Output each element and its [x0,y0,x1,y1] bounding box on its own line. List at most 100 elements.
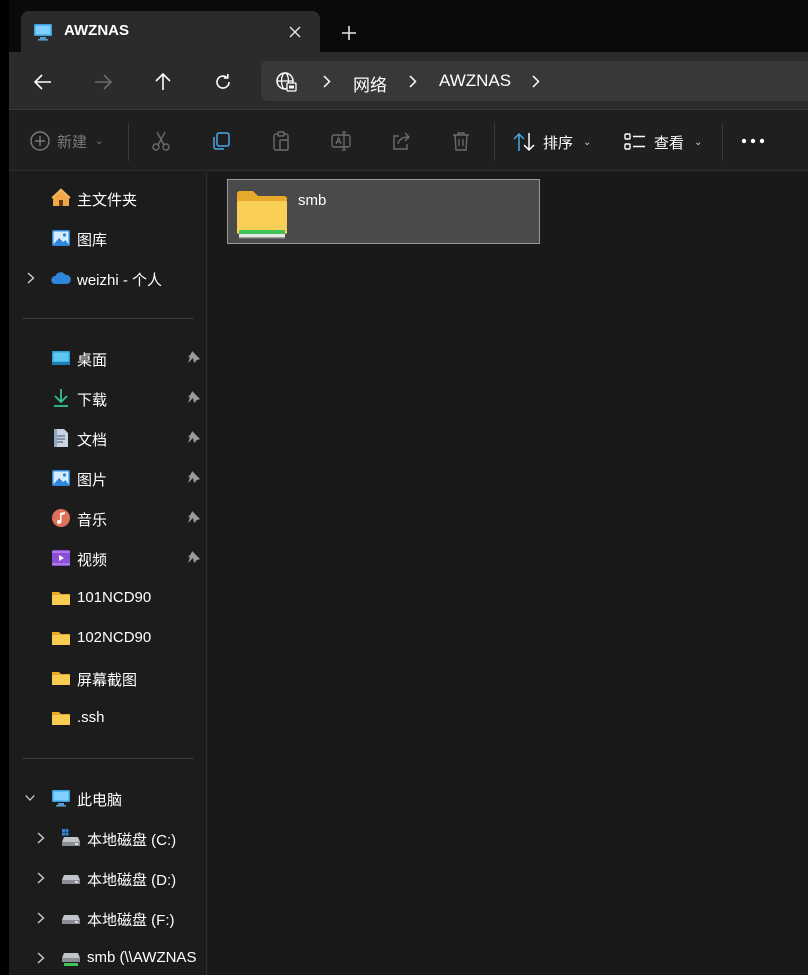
refresh-button[interactable] [206,65,240,99]
back-button[interactable] [26,65,60,99]
pin-icon[interactable] [187,430,201,444]
pin-icon[interactable] [187,470,201,484]
copy-button[interactable] [208,128,234,154]
chevron-down-icon[interactable] [24,791,36,805]
new-button[interactable]: 新建 ⌄ [29,129,103,153]
video-icon [52,550,70,566]
sidebar-item-label: .ssh [77,709,105,726]
up-button[interactable] [146,65,180,99]
sidebar-item-music[interactable]: 音乐 [9,500,207,536]
chevron-right-icon[interactable] [528,72,544,90]
network-drive-icon [62,953,80,966]
paste-button[interactable] [268,128,294,154]
tab-title: AWZNAS [64,22,129,39]
sidebar-item-label: weizhi - 个人 [77,272,163,289]
sidebar-item-downloads[interactable]: 下载 [9,380,207,416]
paste-icon [273,131,289,151]
address-bar[interactable]: 网络 AWZNAS [261,61,808,101]
new-label: 新建 [57,133,88,151]
pin-icon[interactable] [187,550,201,564]
sidebar-item-label: 主文件夹 [77,192,138,209]
arrow-left-icon [34,74,51,90]
arrow-up-icon [155,73,171,90]
pin-icon[interactable] [187,390,201,404]
toolbar-divider [494,123,495,161]
sidebar-item-folder-screenshots[interactable]: 屏幕截图 [9,660,207,696]
chevron-right-icon[interactable] [319,72,335,90]
sidebar-item-this-pc[interactable]: 此电脑 [9,780,207,816]
sidebar-item-label: 下载 [77,392,108,409]
new-tab-button[interactable] [334,19,364,47]
navigation-pane: 主文件夹 图库 weizhi - 个人 桌面 下载 文档 图片 音乐 视频 10… [9,172,207,975]
sidebar-item-label: 图库 [77,232,108,249]
sidebar-item-folder-102ncd90[interactable]: 102NCD90 [9,620,207,656]
onedrive-icon [51,272,71,284]
sidebar-item-onedrive[interactable]: weizhi - 个人 [9,260,207,296]
sidebar-item-home[interactable]: 主文件夹 [9,180,207,216]
sidebar-item-label: 本地磁盘 (F:) [87,912,175,929]
chevron-right-icon[interactable] [405,72,421,90]
sort-button[interactable]: 排序 ⌄ [513,129,591,155]
breadcrumb-awznas[interactable]: AWZNAS [439,71,511,91]
sidebar-item-label: 此电脑 [77,792,123,809]
view-button[interactable]: 查看 ⌄ [624,129,702,155]
sidebar-item-label: smb (\\AWZNAS [87,949,197,966]
download-icon [54,389,68,407]
sidebar-item-label: 屏幕截图 [77,672,138,689]
gallery-icon [52,230,70,246]
sidebar-item-gallery[interactable]: 图库 [9,220,207,256]
sidebar-item-label: 音乐 [77,512,108,529]
cut-icon [152,131,170,151]
pin-icon[interactable] [187,510,201,524]
sidebar-item-folder-101ncd90[interactable]: 101NCD90 [9,580,207,616]
network-share-folder-icon [237,191,287,239]
delete-button[interactable] [448,128,474,154]
arrow-right-icon [95,74,112,90]
sidebar-item-desktop[interactable]: 桌面 [9,340,207,376]
refresh-icon [216,74,230,89]
rename-button[interactable] [328,128,354,154]
title-bar: AWZNAS [9,0,808,52]
file-list-pane: smb [208,172,808,975]
share-item-name: smb [298,192,327,209]
plus-icon [342,26,356,40]
chevron-down-icon: ⌄ [95,135,104,147]
more-icon [741,138,765,144]
chevron-right-icon[interactable] [25,271,37,285]
sidebar-item-videos[interactable]: 视频 [9,540,207,576]
chevron-right-icon[interactable] [35,831,47,845]
command-bar: 新建 ⌄ 排序 ⌄ 查看 ⌄ [9,111,808,171]
drive-icon [62,915,80,924]
view-label: 查看 [654,134,685,152]
sidebar-item-label: 101NCD90 [77,589,152,606]
pictures-icon [52,470,70,486]
sidebar-item-network-drive-smb[interactable]: smb (\\AWZNAS [9,940,207,975]
sidebar-item-label: 文档 [77,432,108,449]
copy-icon [213,132,230,150]
sort-icon [513,132,535,152]
tab-awznas[interactable]: AWZNAS [21,11,320,52]
network-globe-icon [276,72,297,92]
close-tab-button[interactable] [283,20,307,44]
chevron-right-icon[interactable] [35,871,47,885]
sidebar-item-drive-d[interactable]: 本地磁盘 (D:) [9,860,207,896]
folder-icon [52,672,70,685]
share-button[interactable] [388,128,414,154]
cut-button[interactable] [148,128,174,154]
navigation-bar: 网络 AWZNAS [9,52,808,110]
chevron-right-icon[interactable] [35,911,47,925]
chevron-down-icon: ⌄ [694,136,703,148]
pin-icon[interactable] [187,350,201,364]
sidebar-item-drive-c[interactable]: 本地磁盘 (C:) [9,820,207,856]
sidebar-item-folder-ssh[interactable]: .ssh [9,700,207,736]
sidebar-item-drive-f[interactable]: 本地磁盘 (F:) [9,900,207,936]
chevron-right-icon[interactable] [35,951,47,965]
breadcrumb-network[interactable]: 网络 [353,71,387,96]
more-options-button[interactable] [740,128,766,154]
sort-label: 排序 [543,134,574,152]
sidebar-item-documents[interactable]: 文档 [9,420,207,456]
desktop-icon [52,351,70,365]
sidebar-item-pictures[interactable]: 图片 [9,460,207,496]
share-item-smb[interactable]: smb [227,179,540,244]
forward-button[interactable] [86,65,120,99]
